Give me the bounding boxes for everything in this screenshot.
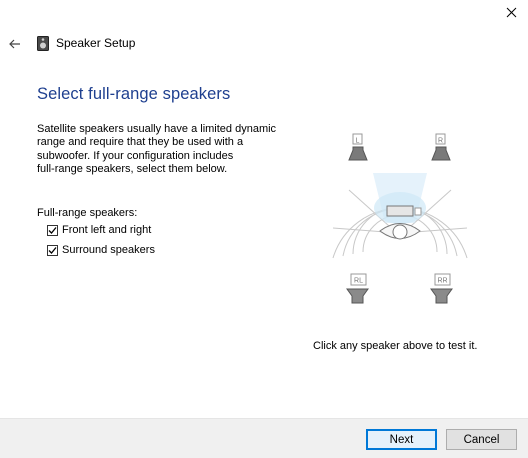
full-range-speakers-label: Full-range speakers: [37, 207, 138, 219]
front-right-speaker[interactable]: R [431, 133, 451, 161]
window-title: Speaker Setup [56, 36, 136, 50]
front-left-speaker[interactable]: L [348, 133, 368, 161]
checkmark-icon [48, 246, 57, 254]
back-button[interactable] [4, 33, 26, 55]
next-button[interactable]: Next [366, 429, 437, 450]
surround-speakers-label: Surround speakers [62, 244, 155, 256]
description-line: Satellite speakers usually have a limite… [37, 123, 277, 135]
checkmark-icon [48, 226, 57, 234]
close-icon [506, 7, 516, 17]
description-line: full-range speakers, select them below. [37, 162, 228, 175]
rear-left-speaker-label: RL [354, 278, 363, 285]
description-line: range and require that they be used with… [37, 136, 244, 149]
front-right-speaker-label: R [438, 138, 443, 145]
speaker-layout-diagram: L R RL RR [332, 133, 468, 304]
speaker-app-icon [37, 36, 49, 51]
rear-right-speaker-label: RR [437, 278, 447, 285]
test-speaker-hint: Click any speaker above to test it. [313, 340, 478, 352]
description-text: Satellite speakers usually have a limite… [37, 123, 297, 176]
title-bar: Speaker Setup [0, 30, 528, 58]
page-heading: Select full-range speakers [37, 85, 231, 103]
front-left-right-checkbox[interactable] [47, 224, 58, 236]
surround-speakers-option[interactable]: Surround speakers [47, 244, 155, 256]
back-arrow-icon [9, 39, 20, 49]
surround-speakers-checkbox[interactable] [47, 244, 58, 256]
footer-bar: Next Cancel [0, 418, 528, 458]
rear-right-speaker[interactable]: RR [430, 273, 453, 304]
front-left-right-label: Front left and right [62, 224, 152, 236]
front-left-speaker-label: L [356, 138, 360, 145]
close-button[interactable] [494, 0, 528, 24]
rear-left-speaker[interactable]: RL [346, 273, 369, 304]
description-line: subwoofer. If your configuration include… [37, 149, 234, 162]
cancel-button[interactable]: Cancel [446, 429, 517, 450]
front-left-right-option[interactable]: Front left and right [47, 224, 151, 236]
